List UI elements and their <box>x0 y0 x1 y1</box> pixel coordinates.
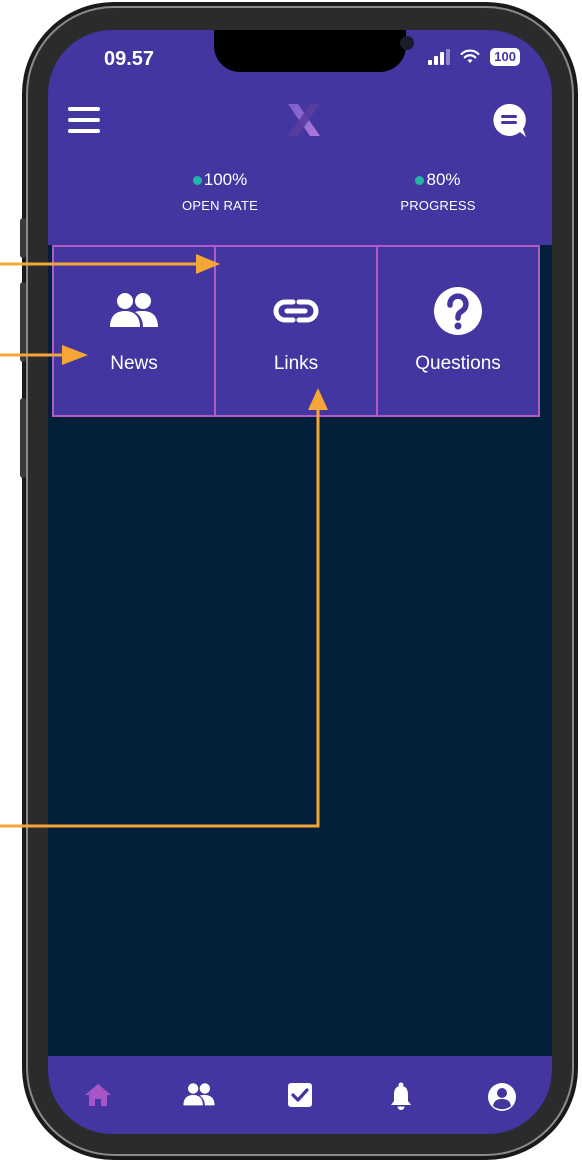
nav-home[interactable] <box>78 1082 118 1122</box>
home-icon <box>85 1084 112 1106</box>
nav-notifications[interactable] <box>381 1082 421 1122</box>
tile-questions[interactable]: Questions <box>376 245 540 417</box>
phone-screen: 09.57 100 100% OPEN RATE 80% PROGRESS Ne… <box>48 30 552 1134</box>
menu-icon[interactable] <box>68 107 100 133</box>
volume-down-button <box>20 398 26 478</box>
stat-label: PROGRESS <box>400 198 476 213</box>
profile-icon <box>487 1083 516 1111</box>
silent-switch <box>20 218 26 258</box>
nav-users[interactable] <box>179 1082 219 1122</box>
tile-label: Links <box>273 353 319 374</box>
volume-up-button <box>20 282 26 362</box>
users-icon <box>109 287 159 335</box>
stat-value: 80% <box>426 170 461 189</box>
tile-label: Questions <box>415 353 501 374</box>
status-dot-icon <box>192 175 202 185</box>
chat-icon[interactable] <box>490 102 528 140</box>
status-time: 09.57 <box>104 48 155 70</box>
stat-label: OPEN RATE <box>182 198 258 213</box>
link-icon <box>273 287 319 335</box>
tile-label: News <box>110 353 158 374</box>
battery-icon: 100 <box>490 48 520 66</box>
stat-open-rate: 100% OPEN RATE <box>130 170 310 213</box>
tile-news[interactable]: News <box>52 245 216 417</box>
notch <box>214 30 414 72</box>
signal-icon <box>428 49 451 65</box>
checkbox-icon <box>287 1083 312 1107</box>
wifi-icon <box>460 49 480 63</box>
content-area <box>48 417 552 1057</box>
nav-profile[interactable] <box>482 1082 522 1122</box>
question-icon <box>433 287 483 335</box>
camera <box>400 36 414 50</box>
app-header: 09.57 100 100% OPEN RATE 80% PROGRESS <box>48 30 552 245</box>
app-logo <box>288 104 320 136</box>
status-icons: 100 <box>428 48 520 66</box>
tile-grid: News Links Questions <box>52 245 540 417</box>
stat-value: 100% <box>203 170 248 189</box>
bottom-nav <box>48 1056 552 1134</box>
bell-icon <box>390 1082 411 1110</box>
nav-tasks[interactable] <box>280 1082 320 1122</box>
status-dot-icon <box>415 175 425 185</box>
tile-links[interactable]: Links <box>214 245 378 417</box>
stat-progress: 80% PROGRESS <box>348 170 528 213</box>
users-icon <box>183 1083 215 1106</box>
